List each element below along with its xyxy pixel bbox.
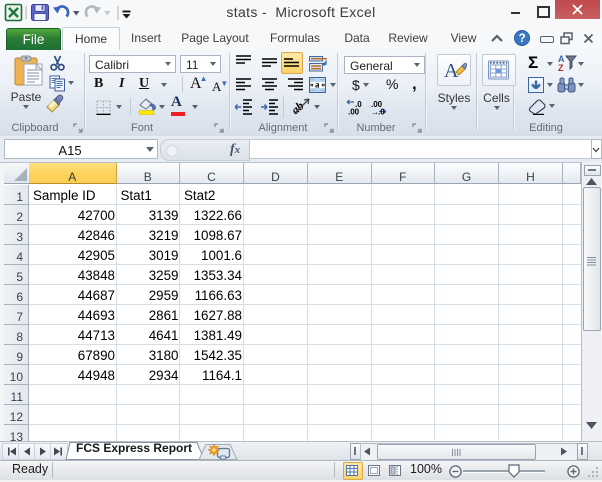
svg-text:ab: ab bbox=[292, 99, 307, 116]
svg-text:a: a bbox=[315, 80, 320, 90]
svg-text:A: A bbox=[444, 60, 459, 80]
svg-text:?: ? bbox=[519, 33, 526, 45]
svg-text:.00: .00 bbox=[348, 108, 360, 116]
svg-text:Z: Z bbox=[558, 63, 564, 73]
svg-text:→.0: →.0 bbox=[371, 108, 385, 116]
